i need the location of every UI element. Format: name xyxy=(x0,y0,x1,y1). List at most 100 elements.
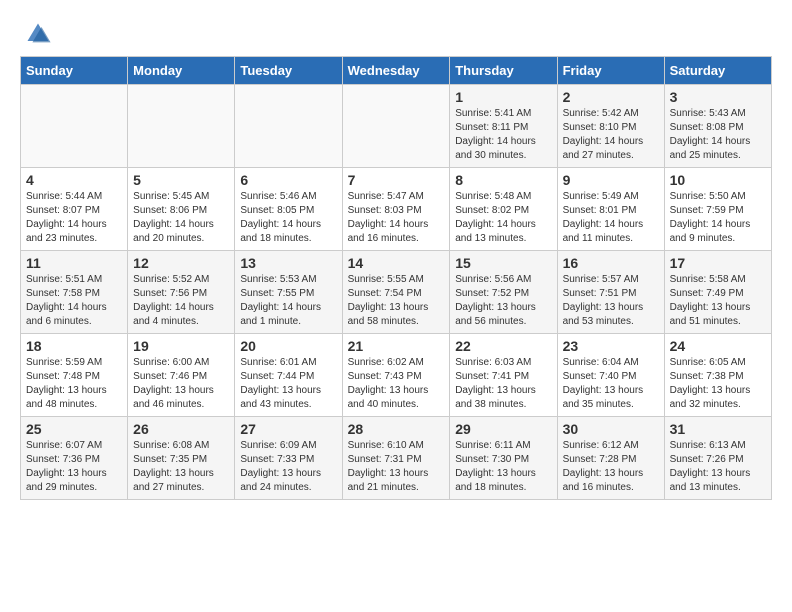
cell-info: Sunrise: 5:43 AMSunset: 8:08 PMDaylight:… xyxy=(670,107,766,163)
calendar-table: SundayMondayTuesdayWednesdayThursdayFrid… xyxy=(20,56,772,500)
cell-date-number: 5 xyxy=(133,172,229,188)
cell-date-number: 11 xyxy=(26,255,122,271)
cell-info: Sunrise: 6:03 AMSunset: 7:41 PMDaylight:… xyxy=(455,356,551,412)
cell-date-number: 2 xyxy=(563,89,659,105)
cell-date-number: 4 xyxy=(26,172,122,188)
cell-date-number: 26 xyxy=(133,421,229,437)
cell-info: Sunrise: 5:42 AMSunset: 8:10 PMDaylight:… xyxy=(563,107,659,163)
cell-info: Sunrise: 5:57 AMSunset: 7:51 PMDaylight:… xyxy=(563,273,659,329)
cell-info: Sunrise: 6:04 AMSunset: 7:40 PMDaylight:… xyxy=(563,356,659,412)
calendar-cell: 5 Sunrise: 5:45 AMSunset: 8:06 PMDaylight… xyxy=(128,168,235,251)
calendar-cell: 3Sunrise: 5:43 AMSunset: 8:08 PMDaylight… xyxy=(664,85,771,168)
calendar-header: SundayMondayTuesdayWednesdayThursdayFrid… xyxy=(21,57,772,85)
cell-info: Sunrise: 5:59 AMSunset: 7:48 PMDaylight:… xyxy=(26,356,122,412)
cell-date-number: 17 xyxy=(670,255,766,271)
cell-info: Sunrise: 6:11 AMSunset: 7:30 PMDaylight:… xyxy=(455,439,551,495)
calendar-cell: 9 Sunrise: 5:49 AMSunset: 8:01 PMDaylight… xyxy=(557,168,664,251)
cell-date-number: 19 xyxy=(133,338,229,354)
calendar-cell: 31 Sunrise: 6:13 AMSunset: 7:26 PMDayligh… xyxy=(664,417,771,500)
cell-info: Sunrise: 6:09 AMSunset: 7:33 PMDaylight:… xyxy=(240,439,336,495)
cell-info: Sunrise: 5:47 AMSunset: 8:03 PMDaylight:… xyxy=(348,190,445,246)
weekday-header-tuesday: Tuesday xyxy=(235,57,342,85)
cell-date-number: 1 xyxy=(455,89,551,105)
calendar-cell: 10 Sunrise: 5:50 AMSunset: 7:59 PMDayligh… xyxy=(664,168,771,251)
calendar-cell: 29 Sunrise: 6:11 AMSunset: 7:30 PMDayligh… xyxy=(450,417,557,500)
week-row-5: 25 Sunrise: 6:07 AMSunset: 7:36 PMDayligh… xyxy=(21,417,772,500)
cell-date-number: 9 xyxy=(563,172,659,188)
cell-info: Sunrise: 5:41 AMSunset: 8:11 PMDaylight:… xyxy=(455,107,551,163)
cell-info: Sunrise: 6:12 AMSunset: 7:28 PMDaylight:… xyxy=(563,439,659,495)
weekday-header-thursday: Thursday xyxy=(450,57,557,85)
calendar-cell: 22 Sunrise: 6:03 AMSunset: 7:41 PMDayligh… xyxy=(450,334,557,417)
cell-date-number: 6 xyxy=(240,172,336,188)
calendar-cell xyxy=(235,85,342,168)
calendar-cell: 6Sunrise: 5:46 AMSunset: 8:05 PMDaylight… xyxy=(235,168,342,251)
cell-info: Sunrise: 5:55 AMSunset: 7:54 PMDaylight:… xyxy=(348,273,445,329)
calendar-cell: 21Sunrise: 6:02 AMSunset: 7:43 PMDayligh… xyxy=(342,334,450,417)
weekday-header-friday: Friday xyxy=(557,57,664,85)
calendar-cell: 30Sunrise: 6:12 AMSunset: 7:28 PMDayligh… xyxy=(557,417,664,500)
calendar-cell: 20Sunrise: 6:01 AMSunset: 7:44 PMDayligh… xyxy=(235,334,342,417)
cell-info: Sunrise: 6:10 AMSunset: 7:31 PMDaylight:… xyxy=(348,439,445,495)
cell-date-number: 14 xyxy=(348,255,445,271)
calendar-cell: 23 Sunrise: 6:04 AMSunset: 7:40 PMDayligh… xyxy=(557,334,664,417)
cell-info: Sunrise: 5:50 AMSunset: 7:59 PMDaylight:… xyxy=(670,190,766,246)
cell-date-number: 22 xyxy=(455,338,551,354)
calendar-cell xyxy=(21,85,128,168)
weekday-header-wednesday: Wednesday xyxy=(342,57,450,85)
week-row-4: 18 Sunrise: 5:59 AMSunset: 7:48 PMDayligh… xyxy=(21,334,772,417)
calendar-cell: 16 Sunrise: 5:57 AMSunset: 7:51 PMDayligh… xyxy=(557,251,664,334)
cell-info: Sunrise: 6:08 AMSunset: 7:35 PMDaylight:… xyxy=(133,439,229,495)
cell-date-number: 29 xyxy=(455,421,551,437)
cell-date-number: 25 xyxy=(26,421,122,437)
calendar-cell: 13Sunrise: 5:53 AMSunset: 7:55 PMDayligh… xyxy=(235,251,342,334)
weekday-header-sunday: Sunday xyxy=(21,57,128,85)
calendar-cell: 1 Sunrise: 5:41 AMSunset: 8:11 PMDaylight… xyxy=(450,85,557,168)
calendar-cell: 15 Sunrise: 5:56 AMSunset: 7:52 PMDayligh… xyxy=(450,251,557,334)
cell-info: Sunrise: 5:51 AMSunset: 7:58 PMDaylight:… xyxy=(26,273,122,329)
cell-date-number: 7 xyxy=(348,172,445,188)
week-row-3: 11 Sunrise: 5:51 AMSunset: 7:58 PMDayligh… xyxy=(21,251,772,334)
cell-info: Sunrise: 5:45 AMSunset: 8:06 PMDaylight:… xyxy=(133,190,229,246)
cell-info: Sunrise: 5:53 AMSunset: 7:55 PMDaylight:… xyxy=(240,273,336,329)
cell-date-number: 23 xyxy=(563,338,659,354)
page-header xyxy=(20,20,772,48)
cell-date-number: 15 xyxy=(455,255,551,271)
calendar-cell: 2 Sunrise: 5:42 AMSunset: 8:10 PMDaylight… xyxy=(557,85,664,168)
calendar-cell xyxy=(128,85,235,168)
cell-info: Sunrise: 6:05 AMSunset: 7:38 PMDaylight:… xyxy=(670,356,766,412)
calendar-body: 1 Sunrise: 5:41 AMSunset: 8:11 PMDaylight… xyxy=(21,85,772,500)
cell-date-number: 28 xyxy=(348,421,445,437)
calendar-cell: 28 Sunrise: 6:10 AMSunset: 7:31 PMDayligh… xyxy=(342,417,450,500)
cell-date-number: 18 xyxy=(26,338,122,354)
cell-info: Sunrise: 5:48 AMSunset: 8:02 PMDaylight:… xyxy=(455,190,551,246)
cell-date-number: 27 xyxy=(240,421,336,437)
cell-date-number: 8 xyxy=(455,172,551,188)
cell-info: Sunrise: 6:07 AMSunset: 7:36 PMDaylight:… xyxy=(26,439,122,495)
cell-info: Sunrise: 6:13 AMSunset: 7:26 PMDaylight:… xyxy=(670,439,766,495)
calendar-cell: 4 Sunrise: 5:44 AMSunset: 8:07 PMDaylight… xyxy=(21,168,128,251)
logo xyxy=(20,20,52,48)
calendar-cell: 25 Sunrise: 6:07 AMSunset: 7:36 PMDayligh… xyxy=(21,417,128,500)
logo-icon xyxy=(24,20,52,48)
calendar-cell: 18 Sunrise: 5:59 AMSunset: 7:48 PMDayligh… xyxy=(21,334,128,417)
cell-date-number: 10 xyxy=(670,172,766,188)
weekday-header-saturday: Saturday xyxy=(664,57,771,85)
cell-info: Sunrise: 5:44 AMSunset: 8:07 PMDaylight:… xyxy=(26,190,122,246)
calendar-cell: 7 Sunrise: 5:47 AMSunset: 8:03 PMDaylight… xyxy=(342,168,450,251)
cell-info: Sunrise: 6:00 AMSunset: 7:46 PMDaylight:… xyxy=(133,356,229,412)
calendar-cell: 12Sunrise: 5:52 AMSunset: 7:56 PMDayligh… xyxy=(128,251,235,334)
weekday-header-monday: Monday xyxy=(128,57,235,85)
cell-info: Sunrise: 5:49 AMSunset: 8:01 PMDaylight:… xyxy=(563,190,659,246)
calendar-cell: 27 Sunrise: 6:09 AMSunset: 7:33 PMDayligh… xyxy=(235,417,342,500)
calendar-cell: 19 Sunrise: 6:00 AMSunset: 7:46 PMDayligh… xyxy=(128,334,235,417)
cell-date-number: 16 xyxy=(563,255,659,271)
calendar-cell: 17 Sunrise: 5:58 AMSunset: 7:49 PMDayligh… xyxy=(664,251,771,334)
cell-date-number: 31 xyxy=(670,421,766,437)
calendar-cell: 26 Sunrise: 6:08 AMSunset: 7:35 PMDayligh… xyxy=(128,417,235,500)
calendar-cell: 8 Sunrise: 5:48 AMSunset: 8:02 PMDaylight… xyxy=(450,168,557,251)
cell-info: Sunrise: 5:58 AMSunset: 7:49 PMDaylight:… xyxy=(670,273,766,329)
calendar-cell: 24 Sunrise: 6:05 AMSunset: 7:38 PMDayligh… xyxy=(664,334,771,417)
cell-info: Sunrise: 5:56 AMSunset: 7:52 PMDaylight:… xyxy=(455,273,551,329)
cell-date-number: 24 xyxy=(670,338,766,354)
